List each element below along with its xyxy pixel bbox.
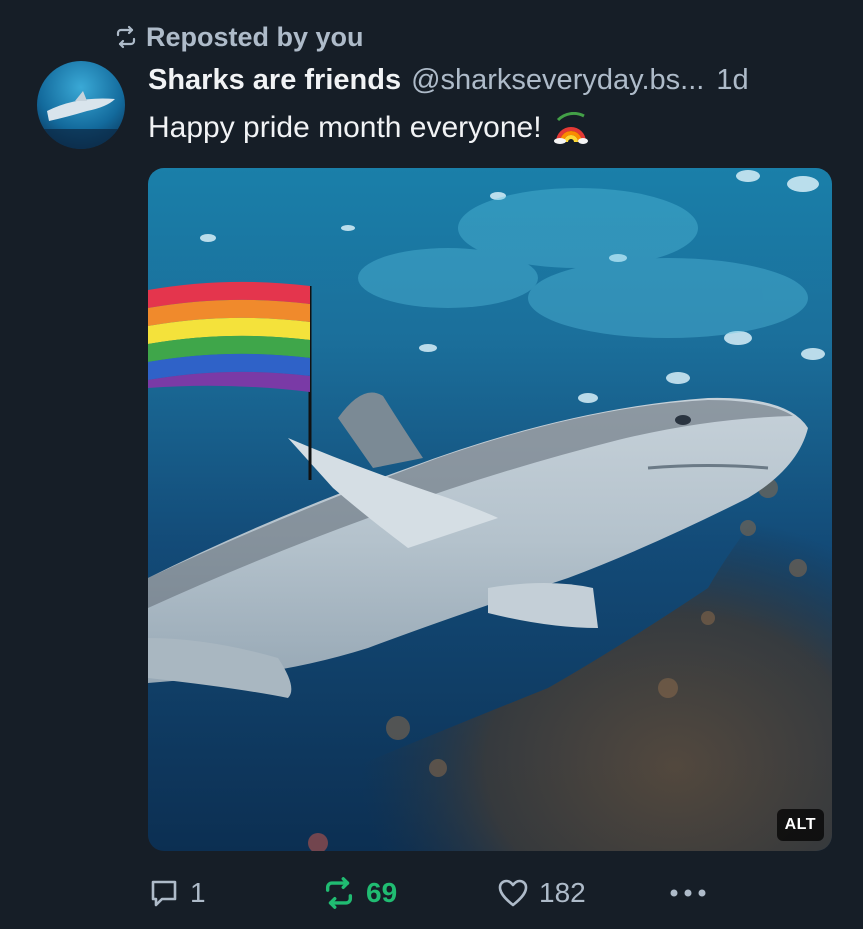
alt-text-badge[interactable]: ALT (776, 809, 824, 841)
post-timestamp[interactable]: 1d (716, 64, 748, 97)
post-body: Happy pride month everyone! (148, 106, 588, 150)
author-display-name[interactable]: Sharks are friends (148, 64, 401, 97)
reply-count: 1 (190, 877, 206, 908)
author-handle[interactable]: @sharkseveryday.bs... (411, 64, 704, 97)
post-text: Happy pride month everyone! (148, 111, 542, 144)
heart-icon (498, 879, 528, 907)
like-button[interactable]: 182 (497, 870, 586, 916)
shark-avatar-icon (37, 61, 125, 149)
avatar[interactable] (37, 61, 125, 149)
rainbow-emoji-icon (553, 112, 588, 144)
more-options-button[interactable] (668, 870, 718, 916)
post-image[interactable]: ALT (148, 168, 832, 851)
repost-icon (325, 877, 353, 909)
repost-banner[interactable]: Reposted by you (114, 20, 364, 54)
repost-count: 69 (366, 877, 398, 908)
reply-button[interactable]: 1 (148, 870, 206, 916)
post-card[interactable]: Reposted by you Sharks are friends @shar… (0, 0, 863, 929)
post-header: Sharks are friends @sharkseveryday.bs...… (148, 58, 749, 102)
more-dots-icon (670, 889, 706, 897)
repost-banner-text: Reposted by you (146, 21, 364, 52)
shark-photo-image (148, 168, 832, 851)
repost-button[interactable]: 69 (322, 870, 397, 916)
repost-small-icon (116, 25, 136, 49)
like-count: 182 (539, 877, 586, 908)
reply-icon (151, 880, 177, 907)
post-actions: 1 69 182 (0, 870, 863, 916)
